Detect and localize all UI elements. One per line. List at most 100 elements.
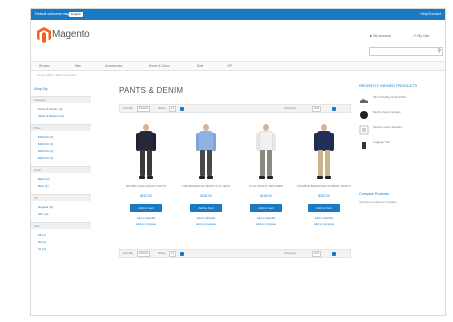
user-icon: ☻ <box>369 34 373 38</box>
nav-item-home-decor[interactable]: Home & Decor <box>149 62 170 70</box>
sort-direction-icon[interactable] <box>180 106 184 111</box>
recent-product-name[interactable]: Luggage Tote <box>373 140 433 145</box>
add-to-compare-link[interactable]: Add to Compare <box>119 222 173 226</box>
magento-logo-icon <box>37 27 51 43</box>
layered-navigation: Shop By Category Pants & Denim (4) Shirt… <box>31 87 93 315</box>
show-select[interactable]: 12 <box>169 251 176 257</box>
recent-product[interactable]: Merino Wool Cardigan <box>359 110 439 122</box>
product-price: $145.00 <box>260 194 272 198</box>
filter-section-category[interactable]: Category <box>31 96 91 103</box>
filter-link[interactable]: 28 (2) <box>38 233 46 237</box>
add-to-wishlist-link[interactable]: Add to Wishlist <box>179 216 233 220</box>
add-to-wishlist-link[interactable]: Add to Wishlist <box>297 216 351 220</box>
product-price: $210.00 <box>140 194 152 198</box>
filter-link[interactable]: Slim (2) <box>38 212 48 216</box>
show-label: Show <box>158 251 166 255</box>
sort-label: Sort By <box>123 106 133 110</box>
cart-link[interactable]: ☍ My Cart <box>413 34 429 38</box>
filter-link[interactable]: $100.00 (2) <box>38 135 53 139</box>
main-navigation: Women Men Accessories Home & Decor Sale … <box>31 61 445 71</box>
product-image[interactable] <box>196 124 216 180</box>
filter-link[interactable]: $400.00 (1) <box>38 156 53 160</box>
filter-link[interactable]: Shirts & Blazers (4) <box>38 114 64 118</box>
shirt-icon <box>359 125 369 135</box>
product-name[interactable]: THE ESSENTIAL BOOT CUT JEAN <box>179 184 233 188</box>
add-to-cart-button[interactable]: Add to Cart <box>130 204 162 212</box>
add-to-cart-button[interactable]: Add to Cart <box>190 204 222 212</box>
shop-by-heading: Shop By <box>34 87 48 91</box>
recent-product[interactable]: Stretch Cotton Sweater <box>359 125 439 137</box>
filter-link[interactable]: 30 (4) <box>38 240 46 244</box>
sort-select[interactable]: Position <box>137 106 151 112</box>
grid-view-icon[interactable] <box>332 106 336 111</box>
logo-text: Magento <box>52 29 90 40</box>
filter-link[interactable]: Pants & Denim (4) <box>38 107 63 111</box>
filter-link[interactable]: $200.00 (1) <box>38 142 53 146</box>
product-image[interactable] <box>314 124 334 180</box>
compare-products-heading: Compare Products <box>359 192 389 196</box>
shoe-icon <box>360 99 368 103</box>
add-to-cart-button[interactable]: Add to Cart <box>250 204 282 212</box>
toolbar-bottom: Sort By Position Show 12 4 Item(s) Grid <box>119 249 351 258</box>
recent-product[interactable]: Slim-fit Dobby Oxford Shirt <box>359 95 439 107</box>
sort-direction-icon[interactable] <box>180 251 184 256</box>
account-link[interactable]: ☻ My Account <box>369 34 391 38</box>
filter-link[interactable]: Black (2) <box>38 177 50 181</box>
search-input[interactable]: ⚲ <box>369 47 443 56</box>
add-to-wishlist-link[interactable]: Add to Wishlist <box>239 216 293 220</box>
filter-section-price[interactable]: Price <box>31 124 91 131</box>
filter-link[interactable]: Regular (2) <box>38 205 53 209</box>
item-count: 4 Item(s) <box>284 106 296 110</box>
recent-product-name[interactable]: Stretch Cotton Sweater <box>373 125 433 130</box>
recent-product-name[interactable]: Slim-fit Dobby Oxford Shirt <box>373 95 433 100</box>
help-link[interactable]: Help/Contact <box>420 9 441 20</box>
product-image[interactable] <box>256 124 276 180</box>
show-select[interactable]: 12 <box>169 106 176 112</box>
product-image[interactable] <box>136 124 156 180</box>
recently-viewed-heading: RECENTLY VIEWED PRODUCTS <box>359 84 418 88</box>
cart-icon: ☍ <box>413 34 417 38</box>
product-card[interactable]: FLAT FRONT TROUSER $145.00 Add to Cart A… <box>239 124 293 244</box>
nav-item-sale[interactable]: Sale <box>197 62 203 70</box>
add-to-compare-link[interactable]: Add to Compare <box>297 222 351 226</box>
add-to-cart-button[interactable]: Add to Cart <box>308 204 340 212</box>
product-card[interactable]: DUMBO HIGH WAIST PANTS $210.00 Add to Ca… <box>119 124 173 244</box>
nav-item-vip[interactable]: VIP <box>227 62 232 70</box>
recent-product[interactable]: Luggage Tote <box>359 140 439 152</box>
add-to-compare-link[interactable]: Add to Compare <box>179 222 233 226</box>
filter-section-fit[interactable]: Fit <box>31 194 91 201</box>
add-to-compare-link[interactable]: Add to Compare <box>239 222 293 226</box>
filter-link[interactable]: $300.00 (1) <box>38 149 53 153</box>
nav-item-men[interactable]: Men <box>75 62 81 70</box>
sweater-icon <box>360 111 368 119</box>
sort-label: Sort By <box>123 251 133 255</box>
filter-link[interactable]: 32 (4) <box>38 247 46 251</box>
product-price: $210.00 <box>318 194 330 198</box>
recent-product-name[interactable]: Merino Wool Cardigan <box>373 110 433 115</box>
filter-link[interactable]: Blue (1) <box>38 184 49 188</box>
product-card[interactable]: DOUBLE BREASTED FORMAL PANTS $210.00 Add… <box>297 124 351 244</box>
breadcrumb[interactable]: Home / Men / Pants & Denim <box>37 73 76 77</box>
page-title: PANTS & DENIM <box>119 86 184 95</box>
sort-select[interactable]: Position <box>137 251 151 257</box>
filter-section-color[interactable]: Color <box>31 166 91 173</box>
product-name[interactable]: DOUBLE BREASTED FORMAL PANTS <box>297 184 351 188</box>
view-mode-select[interactable]: Grid <box>312 251 321 257</box>
grid-view-icon[interactable] <box>332 251 336 256</box>
product-name[interactable]: DUMBO HIGH WAIST PANTS <box>119 184 173 188</box>
view-mode-select[interactable]: Grid <box>312 106 321 112</box>
filter-section-size[interactable]: Size <box>31 222 91 229</box>
language-select[interactable]: English <box>69 12 83 17</box>
magento-logo[interactable]: Magento <box>37 27 101 45</box>
nav-item-women[interactable]: Women <box>39 62 50 70</box>
bag-icon <box>362 142 366 149</box>
product-name[interactable]: FLAT FRONT TROUSER <box>239 184 293 188</box>
add-to-wishlist-link[interactable]: Add to Wishlist <box>119 216 173 220</box>
browser-page: Default welcome msg! English Help/Contac… <box>30 8 446 316</box>
show-label: Show <box>158 106 166 110</box>
search-icon[interactable]: ⚲ <box>437 48 441 55</box>
top-bar: Default welcome msg! English Help/Contac… <box>31 9 445 20</box>
product-card[interactable]: THE ESSENTIAL BOOT CUT JEAN $140.00 Add … <box>179 124 233 244</box>
nav-item-accessories[interactable]: Accessories <box>105 62 122 70</box>
product-price: $140.00 <box>200 194 212 198</box>
